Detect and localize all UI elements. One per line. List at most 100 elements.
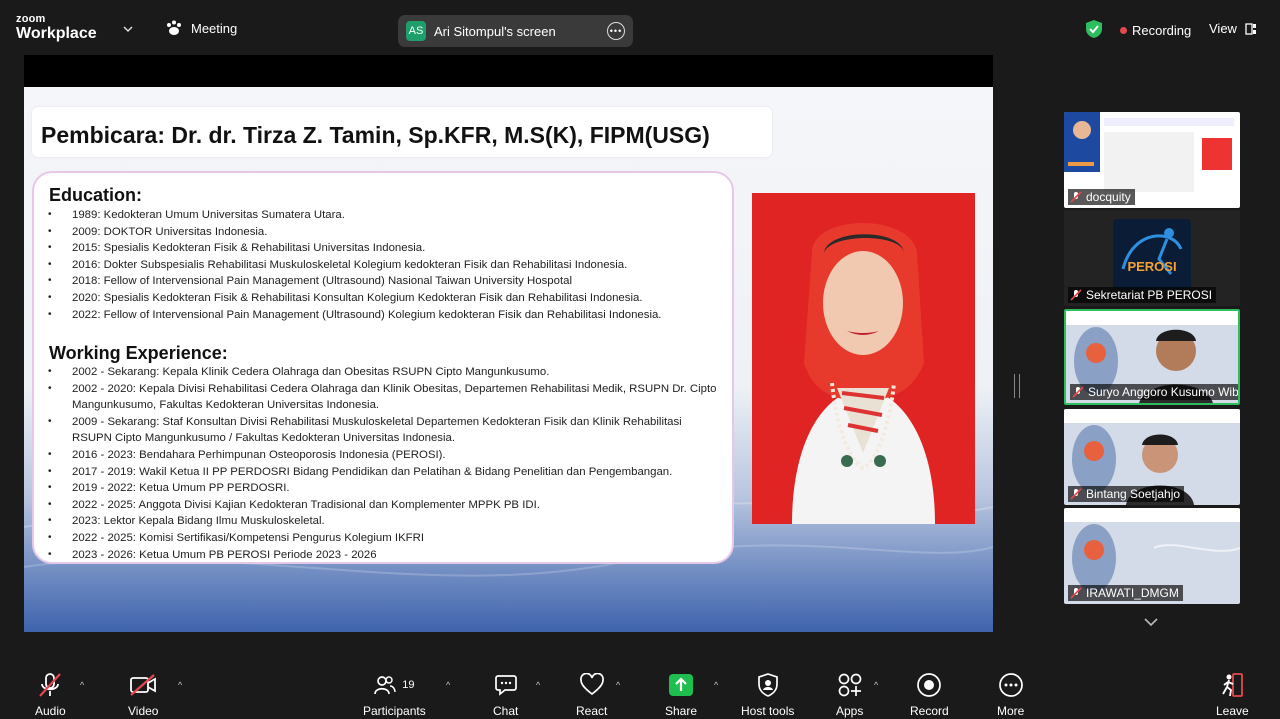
resize-handle[interactable] (1014, 374, 1020, 398)
record-icon (917, 673, 942, 697)
host-tools-label: Host tools (741, 704, 795, 718)
participant-tile[interactable]: PEROSI Sekretariat PB PEROSI (1064, 210, 1240, 306)
list-item: 2020: Spesialis Kedokteran Fisik & Rehab… (48, 290, 718, 307)
list-item: 2002 - 2020: Kepala Divisi Rehabilitasi … (48, 381, 718, 414)
mic-muted-icon (1070, 191, 1082, 203)
share-label: Ari Sitompul's screen (434, 23, 556, 39)
participant-tile[interactable]: Bintang Soetjahjo (1064, 409, 1240, 505)
participants-icon (374, 676, 396, 695)
apps-button[interactable]: Apps (836, 670, 863, 718)
apps-options-caret-icon[interactable]: ^ (874, 680, 878, 690)
list-item: 2017 - 2019: Wakil Ketua II PP PERDOSRI … (48, 464, 718, 481)
list-item: 2023: Lektor Kepala Bidang Ilmu Muskulos… (48, 513, 718, 530)
list-item: 2022 - 2025: Komisi Sertifikasi/Kompeten… (48, 530, 718, 547)
view-label: View (1209, 21, 1237, 36)
audio-button[interactable]: Audio (35, 670, 66, 718)
mic-muted-icon (1072, 386, 1084, 398)
recording-indicator[interactable]: Recording (1120, 23, 1191, 38)
video-button[interactable]: Video (128, 670, 158, 718)
host-tools-button[interactable]: Host tools (741, 670, 794, 718)
host-shield-icon (757, 673, 778, 697)
slide-title: Pembicara: Dr. dr. Tirza Z. Tamin, Sp.KF… (41, 122, 710, 148)
list-item: 1989: Kedokteran Umum Universitas Sumate… (48, 207, 718, 224)
meeting-label: Meeting (191, 20, 238, 36)
work-heading: Working Experience: (49, 343, 228, 363)
perosi-logo: PEROSI (1113, 219, 1191, 289)
apps-label: Apps (836, 704, 864, 718)
participant-name: Suryo Anggoro Kusumo Wib... (1088, 385, 1240, 399)
react-label: React (576, 704, 608, 718)
meeting-toolbar: Audio ^ Video ^ 19 Participants ^ Chat ^ (0, 660, 1280, 719)
react-button[interactable]: React (576, 670, 607, 718)
more-button[interactable]: More (997, 670, 1024, 718)
participant-tile[interactable]: IRAWATI_DMGM (1064, 508, 1240, 604)
record-button[interactable]: Record (910, 670, 949, 718)
list-item: 2016 - 2023: Bendahara Perhimpunan Osteo… (48, 447, 718, 464)
grid-view-icon (1245, 22, 1256, 35)
participant-name: Sekretariat PB PEROSI (1086, 288, 1213, 302)
mic-muted-icon (1070, 587, 1082, 599)
record-label: Record (910, 704, 949, 718)
participant-tile[interactable]: docquity (1064, 112, 1240, 208)
education-heading: Education: (49, 185, 142, 205)
shared-screen: Pembicara: Dr. dr. Tirza Z. Tamin, Sp.KF… (24, 55, 993, 632)
top-bar: zoom Workplace Meeting AS Ari Sitompul's… (0, 0, 1280, 58)
participants-options-caret-icon[interactable]: ^ (446, 680, 450, 690)
leave-label: Leave (1216, 704, 1249, 718)
audio-options-caret-icon[interactable]: ^ (80, 680, 84, 690)
participants-button[interactable]: 19 Participants (363, 670, 426, 718)
speaker-photo (752, 193, 975, 524)
list-item: 2023 - 2026: Ketua Umum PB PEROSI Period… (48, 547, 718, 564)
recording-label: Recording (1132, 23, 1192, 38)
participant-name-tag: docquity (1068, 189, 1135, 205)
apps-icon (838, 673, 862, 697)
participant-name-tag: Bintang Soetjahjo (1068, 486, 1185, 502)
participant-tile-active-speaker[interactable]: Suryo Anggoro Kusumo Wib... (1064, 309, 1240, 405)
leave-icon (1222, 673, 1244, 697)
video-options-caret-icon[interactable]: ^ (178, 680, 182, 690)
scroll-down-chevron-icon[interactable] (1143, 616, 1159, 628)
more-options-icon[interactable]: ••• (607, 22, 625, 40)
brand-line2: Workplace (16, 25, 97, 42)
screen-share-indicator[interactable]: AS Ari Sitompul's screen ••• (398, 15, 633, 47)
share-options-caret-icon[interactable]: ^ (714, 680, 718, 690)
list-item: 2015: Spesialis Kedokteran Fisik & Rehab… (48, 240, 718, 257)
zoom-logo: zoom Workplace (16, 14, 97, 42)
share-label: Share (665, 704, 698, 718)
chat-options-caret-icon[interactable]: ^ (536, 680, 540, 690)
participant-name: docquity (1086, 190, 1131, 204)
recording-dot-icon (1120, 27, 1127, 34)
presentation-slide: Pembicara: Dr. dr. Tirza Z. Tamin, Sp.KF… (24, 87, 993, 632)
chat-label: Chat (493, 704, 519, 718)
list-item: 2018: Fellow of Intervensional Pain Mana… (48, 273, 718, 290)
mic-muted-icon (1070, 488, 1082, 500)
chat-button[interactable]: Chat (493, 670, 518, 718)
chevron-down-icon[interactable] (123, 24, 133, 34)
leave-button[interactable]: Leave (1216, 670, 1249, 718)
share-button[interactable]: Share (665, 670, 697, 718)
video-off-icon (130, 674, 157, 696)
list-item: 2022 - 2025: Anggota Divisi Kajian Kedok… (48, 497, 718, 514)
participants-count: 19 (402, 679, 415, 691)
list-item: 2009 - Sekarang: Staf Konsultan Divisi R… (48, 414, 718, 447)
view-button[interactable]: View (1209, 21, 1257, 36)
participant-name: IRAWATI_DMGM (1086, 586, 1179, 600)
audio-label: Audio (35, 704, 66, 718)
chat-icon (494, 675, 517, 696)
meeting-info-button[interactable]: Meeting (165, 20, 237, 36)
react-options-caret-icon[interactable]: ^ (616, 680, 620, 690)
participant-name-tag: IRAWATI_DMGM (1068, 585, 1183, 601)
brand-line1: zoom (16, 13, 46, 25)
participant-name: Bintang Soetjahjo (1086, 487, 1181, 501)
shield-check-icon[interactable] (1085, 19, 1103, 39)
list-item: 2019 - 2022: Ketua Umum PP PERDOSRI. (48, 480, 718, 497)
perosi-logo-text: PEROSI (1127, 259, 1176, 274)
paw-icon (167, 20, 181, 35)
work-list: 2002 - Sekarang: Kepala Klinik Cedera Ol… (48, 364, 718, 563)
list-item: 2002 - Sekarang: Kepala Klinik Cedera Ol… (48, 364, 718, 381)
participant-name-tag: Suryo Anggoro Kusumo Wib... (1070, 384, 1240, 400)
education-list: 1989: Kedokteran Umum Universitas Sumate… (48, 207, 718, 323)
share-screen-icon (669, 674, 694, 696)
more-label: More (997, 704, 1025, 718)
mic-muted-icon (39, 673, 62, 697)
